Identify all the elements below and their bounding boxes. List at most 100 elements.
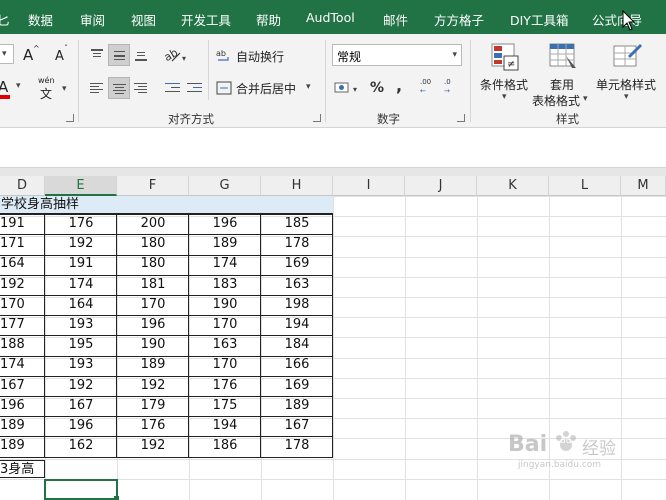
cell-h-row7[interactable]: 184 <box>261 336 333 354</box>
cell-f-row8[interactable]: 189 <box>117 356 189 374</box>
align-right-icon[interactable] <box>130 77 152 99</box>
cell-h-row4[interactable]: 163 <box>261 276 333 294</box>
cell-f-row10[interactable]: 179 <box>117 397 189 415</box>
cell-e-row2[interactable]: 192 <box>45 235 117 253</box>
cell-e-row3[interactable]: 191 <box>45 255 117 273</box>
cell-g-row2[interactable]: 189 <box>189 235 261 253</box>
cell-d-row9[interactable]: 167 <box>0 377 45 395</box>
cell-g-row5[interactable]: 190 <box>189 296 261 314</box>
cell-f-row2[interactable]: 180 <box>117 235 189 253</box>
cell-f-row5[interactable]: 170 <box>117 296 189 314</box>
cell-e-row12[interactable]: 162 <box>45 437 117 455</box>
cell-h-row3[interactable]: 169 <box>261 255 333 273</box>
cell-h-row6[interactable]: 194 <box>261 316 333 334</box>
column-header-j[interactable]: J <box>405 176 477 196</box>
fill-handle[interactable] <box>114 496 119 500</box>
column-header-d[interactable]: D <box>0 176 45 196</box>
cell-e-row10[interactable]: 167 <box>45 397 117 415</box>
orientation-icon[interactable]: ab ▾ <box>162 45 190 65</box>
column-header-i[interactable]: I <box>333 176 405 196</box>
cell-d-row10[interactable]: 196 <box>0 397 45 415</box>
tab-mail[interactable]: 邮件 <box>383 10 408 29</box>
formula-bar-area[interactable] <box>0 128 666 168</box>
conditional-formatting-button[interactable]: ≠ 条件格式 ▾ <box>478 40 534 106</box>
cell-e-row6[interactable]: 193 <box>45 316 117 334</box>
align-middle-icon[interactable] <box>108 44 130 66</box>
percent-style-button[interactable]: % <box>370 80 384 96</box>
cell-d-row12[interactable]: 189 <box>0 437 45 455</box>
cell-g-row12[interactable]: 186 <box>189 437 261 455</box>
cell-g-row9[interactable]: 176 <box>189 377 261 395</box>
wrap-text-button[interactable]: ab 自动换行 <box>216 46 316 66</box>
cell-d-row8[interactable]: 174 <box>0 356 45 374</box>
column-header-e[interactable]: E <box>45 176 117 196</box>
column-header-m[interactable]: M <box>621 176 666 196</box>
cell-d-row4[interactable]: 192 <box>0 276 45 294</box>
tab-audtool[interactable]: AudTool <box>306 10 355 25</box>
tab-help[interactable]: 帮助 <box>256 10 281 29</box>
worksheet-grid[interactable]: 学校身高抽样 191 176 200 196 185 171 192 180 189 178 164… <box>0 196 666 500</box>
cell-h-row12[interactable]: 178 <box>261 437 333 455</box>
cell-f-row1[interactable]: 200 <box>117 215 189 233</box>
font-color-button[interactable]: A ▾ <box>0 78 24 102</box>
cell-g-row11[interactable]: 194 <box>189 417 261 435</box>
cell-styles-button[interactable]: 单元格样式 ▾ <box>594 40 666 106</box>
column-header-k[interactable]: K <box>477 176 549 196</box>
merge-center-button[interactable]: 合并后居中 ▾ <box>216 78 316 98</box>
cell-h-row5[interactable]: 198 <box>261 296 333 314</box>
tab-review[interactable]: 审阅 <box>80 10 105 29</box>
phonetic-guide-button[interactable]: wén 文 ▾ <box>38 76 72 104</box>
cell-d-row6[interactable]: 177 <box>0 316 45 334</box>
cell-d-row7[interactable]: 188 <box>0 336 45 354</box>
cell-f-row6[interactable]: 196 <box>117 316 189 334</box>
cell-e-row8[interactable]: 193 <box>45 356 117 374</box>
cell-d-row5[interactable]: 170 <box>0 296 45 314</box>
title-cell[interactable]: 学校身高抽样 <box>0 196 333 214</box>
font-size-combo[interactable]: ▾ <box>0 44 14 64</box>
column-header-l[interactable]: L <box>549 176 621 196</box>
increase-decimal-button[interactable]: .00 ← <box>420 78 440 100</box>
cell-d-row11[interactable]: 189 <box>0 417 45 435</box>
align-left-icon[interactable] <box>86 77 108 99</box>
cell-h-row11[interactable]: 167 <box>261 417 333 435</box>
cell-h-row10[interactable]: 189 <box>261 397 333 415</box>
column-header-f[interactable]: F <box>117 176 189 196</box>
active-cell-selection[interactable] <box>44 479 118 500</box>
cell-e-row1[interactable]: 176 <box>45 215 117 233</box>
align-center-icon[interactable] <box>108 77 130 99</box>
decrease-indent-icon[interactable] <box>162 77 184 99</box>
comma-style-button[interactable]: , <box>396 76 402 95</box>
cell-e-row11[interactable]: 196 <box>45 417 117 435</box>
tab-partial[interactable]: 匕 <box>0 10 10 29</box>
cell-f-row9[interactable]: 192 <box>117 377 189 395</box>
cell-g-row4[interactable]: 183 <box>189 276 261 294</box>
cell-d-row2[interactable]: 171 <box>0 235 45 253</box>
cell-e-row7[interactable]: 195 <box>45 336 117 354</box>
cell-h-row9[interactable]: 169 <box>261 377 333 395</box>
cell-f-row3[interactable]: 180 <box>117 255 189 273</box>
tab-diy-toolbox[interactable]: DIY工具箱 <box>510 10 568 29</box>
cell-h-row2[interactable]: 178 <box>261 235 333 253</box>
cell-g-row3[interactable]: 174 <box>189 255 261 273</box>
align-top-icon[interactable] <box>86 44 108 66</box>
cell-h-row1[interactable]: 185 <box>261 215 333 233</box>
cell-g-row1[interactable]: 196 <box>189 215 261 233</box>
cell-d-row1[interactable]: 191 <box>0 215 45 233</box>
number-dialog-launcher-icon[interactable] <box>457 114 465 122</box>
decrease-decimal-button[interactable]: .0 → <box>444 78 464 100</box>
column-header-g[interactable]: G <box>189 176 261 196</box>
accounting-format-icon[interactable]: ▾ <box>334 80 364 98</box>
cell-g-row6[interactable]: 170 <box>189 316 261 334</box>
font-dialog-launcher-icon[interactable] <box>66 114 74 122</box>
cell-d-row3[interactable]: 164 <box>0 255 45 273</box>
cell-h-row8[interactable]: 166 <box>261 356 333 374</box>
alignment-dialog-launcher-icon[interactable] <box>313 114 321 122</box>
label-cell[interactable]: 3身高 <box>0 460 45 478</box>
tab-data[interactable]: 数据 <box>28 10 53 29</box>
cell-f-row7[interactable]: 190 <box>117 336 189 354</box>
tab-developer[interactable]: 开发工具 <box>181 10 231 29</box>
cell-f-row12[interactable]: 192 <box>117 437 189 455</box>
number-format-combo[interactable]: 常规 ▾ <box>332 44 462 66</box>
increase-font-size-icon[interactable]: A ^ <box>22 44 40 64</box>
cell-e-row5[interactable]: 164 <box>45 296 117 314</box>
